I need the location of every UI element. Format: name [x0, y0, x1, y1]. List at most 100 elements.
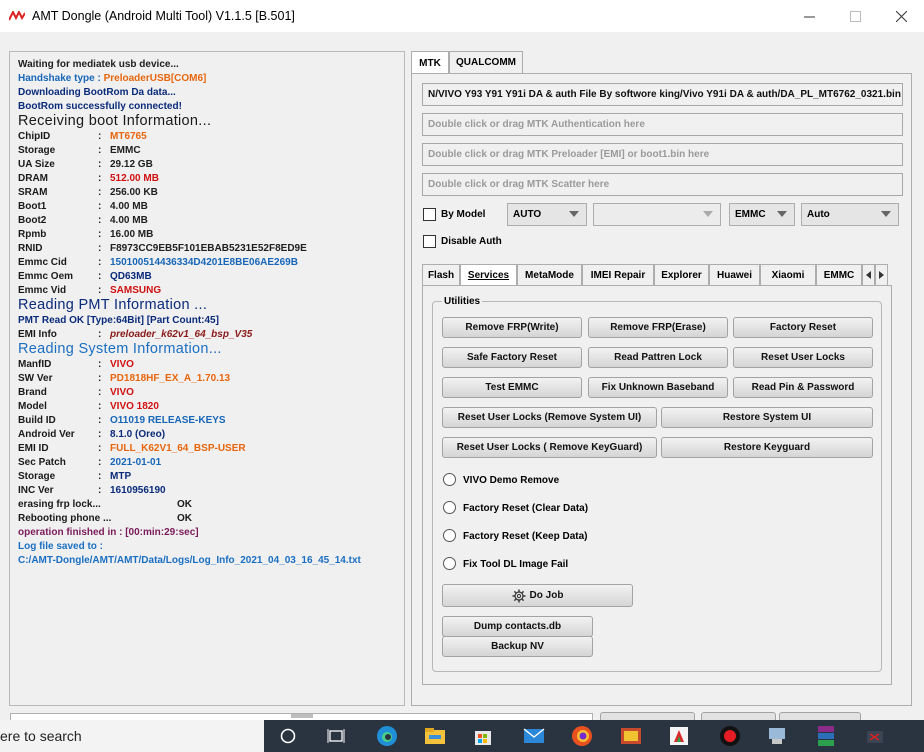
do-job-label: Do Job: [529, 590, 564, 601]
log-sep: :: [98, 471, 102, 482]
tab-scroll-right[interactable]: [875, 264, 888, 285]
log-kv-row: RNID: F8973CC9EB5F101EBAB5231E52F8ED9E: [18, 243, 307, 254]
subtab-imei-repair[interactable]: IMEI Repair: [582, 264, 654, 285]
cortana-icon[interactable]: [265, 720, 311, 752]
auth-file-field[interactable]: Double click or drag MTK Authentication …: [422, 113, 903, 136]
subtab-huawei[interactable]: Huawei: [709, 264, 760, 285]
log-sep: :: [98, 271, 102, 282]
model-select[interactable]: AUTO: [507, 203, 587, 226]
storage-select-value: EMMC: [735, 209, 766, 220]
winrar-icon[interactable]: [803, 720, 849, 752]
record-app-icon[interactable]: [707, 720, 753, 752]
factory-reset-button[interactable]: Factory Reset: [733, 317, 873, 338]
log-sep: :: [98, 159, 102, 170]
chevron-right-icon: [878, 271, 884, 279]
log-sep: :: [98, 229, 102, 240]
read-pattern-lock-button[interactable]: Read Pattren Lock: [588, 347, 728, 368]
file-explorer-icon[interactable]: [412, 720, 458, 752]
minimize-button[interactable]: [786, 0, 832, 32]
restore-system-ui-button[interactable]: Restore System UI: [661, 407, 873, 428]
log-kv-row: ChipID: MT6765: [18, 131, 147, 142]
log-sep: :: [98, 387, 102, 398]
read-pin-password-button[interactable]: Read Pin & Password: [733, 377, 873, 398]
scatter-file-field[interactable]: Double click or drag MTK Scatter here: [422, 173, 903, 196]
disable-auth-label: Disable Auth: [441, 236, 502, 247]
log-line: Waiting for mediatek usb device...: [18, 59, 179, 70]
factory-reset-clear-radio[interactable]: [443, 501, 456, 514]
fix-unknown-baseband-button[interactable]: Fix Unknown Baseband: [588, 377, 728, 398]
subtab-emmc[interactable]: EMMC: [816, 264, 862, 285]
preloader-file-field[interactable]: Double click or drag MTK Preloader [EMI]…: [422, 143, 903, 166]
log-line: PMT Read OK [Type:64Bit] [Part Count:45]: [18, 315, 219, 326]
log-key: RNID: [18, 243, 43, 254]
backup-nv-button[interactable]: Backup NV: [442, 636, 593, 657]
log-status: OK: [177, 499, 192, 510]
firefox-icon[interactable]: [559, 720, 605, 752]
model-select-value: AUTO: [513, 209, 542, 220]
tab-qualcomm[interactable]: QUALCOMM: [449, 51, 523, 73]
subtab-flash[interactable]: Flash: [422, 264, 460, 285]
maximize-button[interactable]: [832, 0, 878, 32]
test-emmc-button[interactable]: Test EMMC: [442, 377, 582, 398]
network-tool-icon[interactable]: [754, 720, 800, 752]
tab-scroll-left[interactable]: [862, 264, 875, 285]
model-secondary-select[interactable]: [593, 203, 721, 226]
da-file-field[interactable]: N/VIVO Y93 Y91 Y91i DA & auth File By so…: [422, 83, 903, 106]
factory-reset-keep-radio[interactable]: [443, 529, 456, 542]
storage-select[interactable]: EMMC: [729, 203, 795, 226]
by-model-checkbox[interactable]: [423, 208, 436, 221]
log-value: VIVO: [110, 359, 134, 370]
do-job-button[interactable]: Do Job: [442, 584, 633, 607]
reset-user-locks-remove-keyguard-button[interactable]: Reset User Locks ( Remove KeyGuard): [442, 437, 657, 458]
subtab-metamode[interactable]: MetaMode: [517, 264, 582, 285]
maximize-icon: [849, 10, 861, 22]
log-key: Emmc Cid: [18, 257, 67, 268]
log-kv-row: Storage: MTP: [18, 471, 131, 482]
taskbar-search[interactable]: ere to search: [0, 720, 264, 752]
disable-auth-checkbox[interactable]: [423, 235, 436, 248]
log-key: Emmc Oem: [18, 271, 74, 282]
remove-frp-write-button[interactable]: Remove FRP(Write): [442, 317, 582, 338]
log-label: erasing frp lock...: [18, 499, 101, 510]
log-panel[interactable]: Waiting for mediatek usb device... Hands…: [9, 51, 405, 706]
reset-user-locks-remove-system-ui-button[interactable]: Reset User Locks (Remove System UI): [442, 407, 657, 428]
store-icon[interactable]: [460, 720, 506, 752]
edge-browser-icon[interactable]: [364, 720, 410, 752]
log-kv-row: SRAM:256.00 KB: [18, 187, 158, 198]
log-key: Emmc Vid: [18, 285, 67, 296]
reset-user-locks-button[interactable]: Reset User Locks: [733, 347, 873, 368]
dump-contacts-button[interactable]: Dump contacts.db: [442, 616, 593, 637]
log-kv-row: Sec Patch:2021-01-01: [18, 457, 161, 468]
mail-icon[interactable]: [511, 720, 557, 752]
log-key: EMI ID: [18, 443, 49, 454]
log-sep: :: [98, 443, 102, 454]
subtab-explorer[interactable]: Explorer: [654, 264, 709, 285]
subtab-services[interactable]: Services: [460, 264, 517, 286]
fix-tool-dl-image-radio[interactable]: [443, 557, 456, 570]
log-sep: :: [98, 401, 102, 412]
log-value: preloader_k62v1_64_bsp_V35: [110, 329, 253, 340]
log-value: EMMC: [110, 145, 141, 156]
log-sep: :: [98, 257, 102, 268]
mode-select[interactable]: Auto: [801, 203, 899, 226]
scrollbar-thumb[interactable]: [291, 714, 313, 718]
office-app-icon[interactable]: [656, 720, 702, 752]
safe-factory-reset-button[interactable]: Safe Factory Reset: [442, 347, 582, 368]
log-key: ManfID: [18, 359, 52, 370]
log-value: 1610956190: [110, 485, 166, 496]
remove-frp-erase-button[interactable]: Remove FRP(Erase): [588, 317, 728, 338]
log-line: Downloading BootRom Da data...: [18, 87, 176, 98]
subtab-xiaomi[interactable]: Xiaomi: [760, 264, 816, 285]
log-sep: :: [98, 429, 102, 440]
vivo-demo-remove-label: VIVO Demo Remove: [463, 475, 560, 486]
log-sep: :: [98, 215, 102, 226]
vivo-demo-remove-radio[interactable]: [443, 473, 456, 486]
tab-mtk[interactable]: MTK: [411, 51, 449, 74]
app-window-icon[interactable]: [852, 720, 898, 752]
photos-app-icon[interactable]: [608, 720, 654, 752]
log-value: 256.00 KB: [110, 187, 158, 198]
log-line: Log file saved to :: [18, 541, 104, 552]
close-button[interactable]: [878, 0, 924, 32]
task-view-icon[interactable]: [313, 720, 359, 752]
restore-keyguard-button[interactable]: Restore Keyguard: [661, 437, 873, 458]
